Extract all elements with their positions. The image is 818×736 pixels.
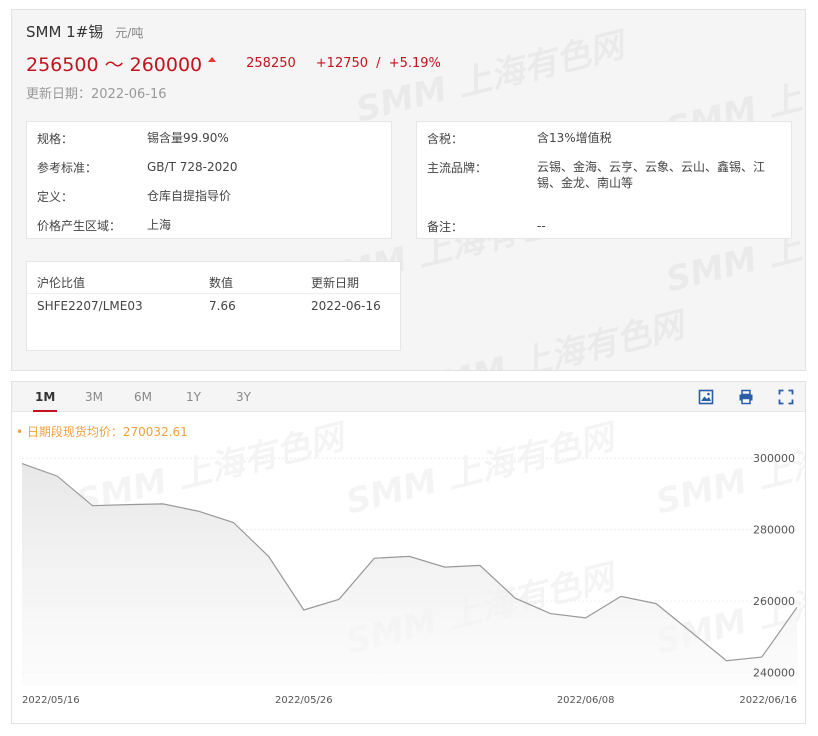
change-value: +12750 [315,56,369,71]
spec-value: -- [537,219,546,233]
ratio-header-cell: 更新日期 [311,276,360,290]
spec-table-left: 规格： 锡含量99.90% 参考标准： GB/T 728-2020 定义： 仓库… [26,121,392,239]
change-separator: / [376,56,381,71]
chart-area [22,463,797,685]
x-tick-label: 2022/05/26 [275,695,333,706]
change-percent: +5.19% [388,56,441,71]
spec-value: 仓库自提指导价 [147,189,232,203]
spec-key: 主流品牌： [427,161,488,175]
ratio-cell: SHFE2207/LME03 [37,299,143,313]
spec-key: 规格： [37,132,74,146]
ratio-header-cell: 沪伦比值 [37,276,86,290]
watermark: SMM 上海有色网 [410,298,688,370]
y-tick-label: 300000 [753,452,795,465]
spec-value: 上海 [147,218,172,232]
average-price: 258250 [246,56,296,71]
product-title-row: SMM 1#锡 元/吨 [26,21,143,42]
ratio-table-header: 沪伦比值 数值 更新日期 [27,274,400,294]
average-price-label: • 日期段现货均价：270032.61 [16,425,188,439]
spec-key: 含税： [427,132,464,146]
price-row: 256500 ～ 260000 258250 +12750 / +5.19% [26,50,441,77]
spec-key: 参考标准： [37,161,98,175]
product-info-panel: SMM 上海有色网 SMM 上海有色网 SMM 上海有色网 SMM 上海有色网 … [11,9,806,371]
price-unit: 元/吨 [115,26,144,40]
product-name: SMM 1#锡 [26,23,104,41]
ratio-cell: 7.66 [209,299,236,313]
price-up-icon [208,57,217,62]
update-date: 更新日期：2022-06-16 [26,87,167,102]
ratio-header-cell: 数值 [209,276,234,290]
x-tick-label: 2022/05/16 [22,695,80,706]
spec-key: 备注： [427,220,464,234]
ratio-cell: 2022-06-16 [311,299,381,313]
ratio-table: 沪伦比值 数值 更新日期 SHFE2207/LME03 7.66 2022-06… [26,261,401,351]
spec-value: 含13%增值税 [537,131,612,145]
y-tick-label: 280000 [753,524,795,537]
spec-value: 锡含量99.90% [147,131,229,145]
spec-value: GB/T 728-2020 [147,160,238,174]
y-tick-label: 240000 [753,667,795,680]
price-change: +12750 / +5.19% [316,56,441,71]
price-range: 256500 ～ 260000 [26,54,203,76]
spec-key: 定义： [37,190,74,204]
x-tick-label: 2022/06/08 [557,695,615,706]
spec-key: 价格产生区域： [37,219,122,233]
spec-value: 云锡、金海、云亨、云象、云山、鑫锡、江锡、金龙、南山等 [537,160,766,190]
y-tick-label: 260000 [753,595,795,608]
x-tick-label: 2022/06/16 [739,695,797,706]
price-chart-panel: 1M 3M 6M 1Y 3Y SMM 上海有色网 SMM 上海有色网 SMM 上… [11,381,806,724]
spec-table-right: 含税： 含13%增值税 主流品牌： 云锡、金海、云亨、云象、云山、鑫锡、江锡、金… [416,121,792,239]
